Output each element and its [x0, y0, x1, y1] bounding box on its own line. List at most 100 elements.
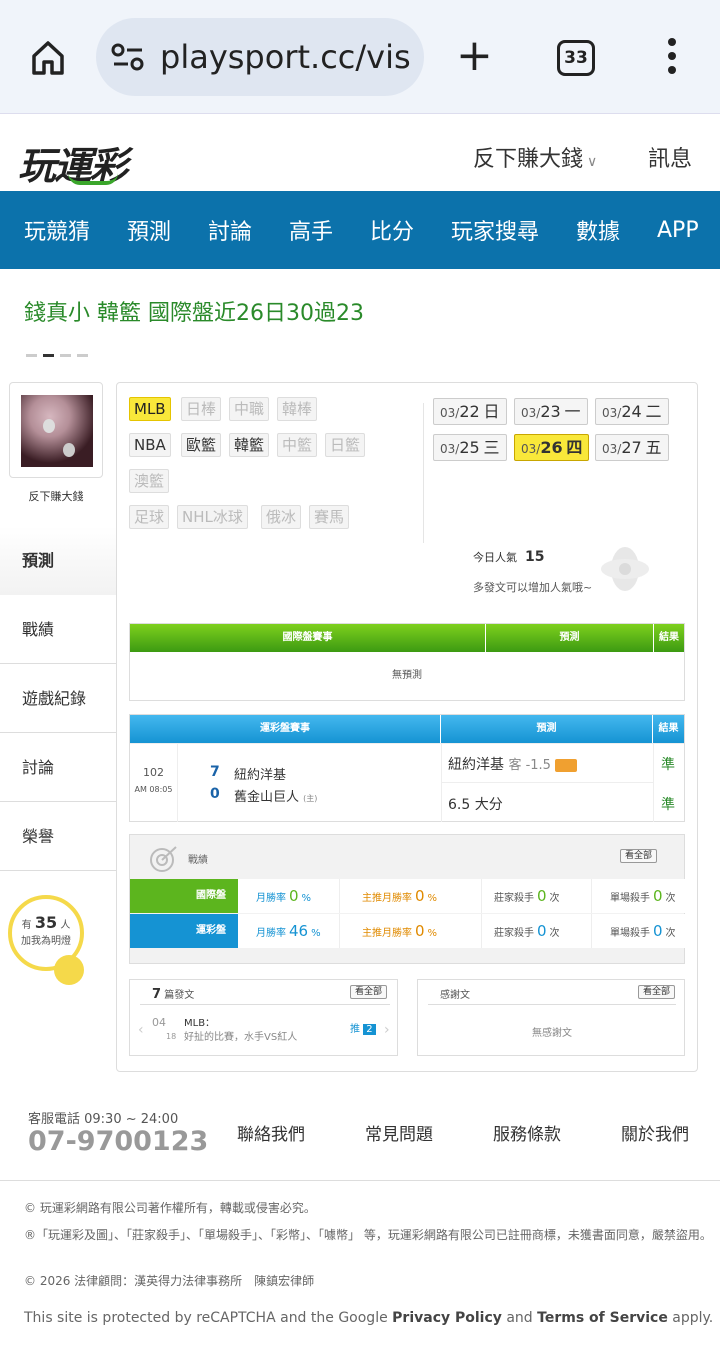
game-number: 102	[143, 766, 164, 779]
league-nbl: 澳籃	[129, 469, 170, 493]
thanks-box: 感謝文 看全部 無感謝文	[417, 979, 685, 1056]
league-sbl: 中籃	[277, 433, 318, 457]
col-intl-result: 結果	[659, 632, 679, 643]
chevron-right-icon[interactable]: ›	[384, 1022, 390, 1038]
nav-item[interactable]: 數據	[576, 214, 620, 246]
home-icon[interactable]	[28, 38, 68, 78]
league-npb: 日棒	[181, 397, 222, 421]
no-thanks: 無感謝文	[532, 1028, 572, 1039]
date-0323[interactable]: 03/23 一	[514, 398, 588, 425]
away-score: 7	[210, 764, 220, 780]
nav-item[interactable]: 比分	[370, 214, 414, 246]
result-2: 準	[661, 797, 675, 813]
footer-link-about[interactable]: 關於我們	[621, 1120, 689, 1145]
league-euro-basket[interactable]: 歐籃	[181, 433, 222, 457]
thanks-label: 感謝文	[440, 990, 470, 1001]
profile-username: 反下賺大錢	[28, 490, 84, 503]
posts-box: 7 篇發文 看全部 ‹ 04 18 MLB： 好扯的比賽，水手VS紅人 推 2 ›	[129, 979, 398, 1056]
col-sport-pick: 預測	[441, 715, 653, 743]
nav-item[interactable]: 高手	[289, 214, 333, 246]
pick-total: 6.5 大分	[448, 797, 503, 813]
home-score: 0	[210, 786, 220, 802]
menu-record[interactable]: 戰績	[0, 595, 116, 664]
service-hours: 客服電話 09:30 ~ 24:00	[28, 1112, 179, 1127]
push-count: 推 2	[350, 1020, 376, 1035]
home-team[interactable]: 舊金山巨人 (主)	[234, 786, 317, 805]
trademark: ®「玩運彩及圖」、「莊家殺手」、「單場殺手」、「彩幣」、「噱幣」 等，玩運彩網路…	[24, 1228, 712, 1242]
menu-predictions[interactable]: 預測	[0, 526, 116, 595]
browser-toolbar: playsport.cc/vis + 33	[0, 0, 720, 114]
menu-honors[interactable]: 榮譽	[0, 802, 116, 871]
messages-link[interactable]: 訊息	[648, 141, 692, 173]
avatar[interactable]	[9, 382, 103, 478]
popularity-today: 今日人氣 15	[473, 549, 545, 565]
footer-link-faq[interactable]: 常見問題	[365, 1120, 433, 1145]
league-mlb[interactable]: MLB	[129, 397, 171, 421]
record-row-intl: 國際盤 月勝率 0% 主推月勝率 0% 莊家殺手 0 次 單場殺手 0 次	[130, 879, 686, 913]
tos-link[interactable]: Terms of Service	[537, 1310, 668, 1326]
user-menu[interactable]: 反下賺大錢 ∨	[473, 141, 597, 173]
site-logo[interactable]: 玩運彩	[18, 135, 128, 190]
copyright: © 玩運彩網路有限公司著作權所有，轉載或侵害必究。	[24, 1201, 316, 1215]
record-title: 戰績	[188, 855, 208, 866]
panel-divider	[423, 403, 424, 543]
footer-link-terms[interactable]: 服務條款	[493, 1120, 561, 1145]
tab-count-button[interactable]: 33	[557, 40, 595, 76]
date-0327[interactable]: 03/27 五	[595, 434, 669, 461]
footer-link-contact[interactable]: 聯絡我們	[237, 1120, 305, 1145]
main-nav: 玩競猜 預測 討論 高手 比分 玩家搜尋 數據 APP	[0, 191, 720, 269]
nav-item[interactable]: 討論	[208, 214, 252, 246]
nav-item[interactable]: 預測	[127, 214, 171, 246]
league-khl: 俄冰	[261, 505, 302, 529]
more-menu-icon[interactable]	[662, 38, 682, 78]
menu-discussion[interactable]: 討論	[0, 733, 116, 802]
date-0324[interactable]: 03/24 二	[595, 398, 669, 425]
date-0325[interactable]: 03/25 三	[433, 434, 507, 461]
record-panel: 戰績 看全部 國際盤 月勝率 0% 主推月勝率 0% 莊家殺手 0 次 單場殺手 0 次 運…	[129, 834, 686, 964]
post-desc[interactable]: 好扯的比賽，水手VS紅人	[184, 1028, 297, 1043]
league-cpbl: 中職	[229, 397, 270, 421]
post-date: 04 18	[152, 1016, 177, 1041]
league-bleague: 日籃	[325, 433, 366, 457]
posts-count: 7 篇發文	[152, 987, 195, 1002]
record-view-all-button[interactable]: 看全部	[620, 849, 658, 863]
post-title[interactable]: MLB：	[184, 1014, 215, 1029]
date-0326[interactable]: 03/26 四	[514, 434, 590, 461]
posts-view-all-button[interactable]: 看全部	[350, 985, 388, 999]
service-phone[interactable]: 07-9700123	[28, 1126, 208, 1157]
nav-item[interactable]: APP	[657, 218, 699, 243]
new-tab-icon[interactable]: +	[456, 34, 493, 78]
lightbulb-icon	[54, 955, 84, 985]
follow-action: 加我為明燈	[21, 936, 71, 947]
intl-prediction-table: 國際盤賽事 預測 結果 無預測	[129, 623, 685, 701]
menu-game-log[interactable]: 遊戲紀錄	[0, 664, 116, 733]
pick-team: 紐約洋基 客 -1.5	[448, 754, 578, 774]
fans-count: 35	[34, 913, 58, 932]
league-korea-basket[interactable]: 韓籃	[229, 433, 270, 457]
address-bar[interactable]: playsport.cc/vis	[96, 18, 424, 96]
away-team[interactable]: 紐約洋基	[234, 764, 286, 783]
nav-item[interactable]: 玩家搜尋	[451, 214, 539, 246]
news-ticker[interactable]: 錢真小 韓籃 國際盤近26日30過23	[24, 295, 364, 327]
chevron-left-icon[interactable]: ‹	[138, 1022, 144, 1038]
sport-prediction-table: 運彩盤賽事 預測 結果 102 AM 08:05 7 紐約洋基 0 舊金山巨人 …	[129, 714, 685, 822]
league-horse: 賽馬	[309, 505, 350, 529]
url-text: playsport.cc/vis	[160, 38, 411, 76]
ticket-icon	[555, 758, 578, 772]
result-1: 準	[661, 757, 675, 773]
league-nba[interactable]: NBA	[129, 433, 171, 457]
site-settings-icon[interactable]	[110, 42, 146, 72]
game-time: AM 08:05	[134, 785, 173, 794]
league-kbo: 韓棒	[277, 397, 318, 421]
date-0322[interactable]: 03/22 日	[433, 398, 507, 425]
league-soccer: 足球	[129, 505, 170, 529]
col-sport-game: 運彩盤賽事	[130, 715, 441, 743]
nav-item[interactable]: 玩競猜	[24, 214, 90, 246]
no-prediction: 無預測	[392, 670, 422, 681]
record-row-sport: 運彩盤 月勝率 46% 主推月勝率 0% 莊家殺手 0 次 單場殺手 0 次	[130, 914, 686, 948]
col-sport-result: 結果	[658, 723, 679, 734]
privacy-link[interactable]: Privacy Policy	[392, 1310, 502, 1326]
chevron-down-icon: ∨	[587, 154, 598, 170]
thanks-view-all-button[interactable]: 看全部	[638, 985, 676, 999]
col-intl-pick: 預測	[486, 624, 654, 652]
